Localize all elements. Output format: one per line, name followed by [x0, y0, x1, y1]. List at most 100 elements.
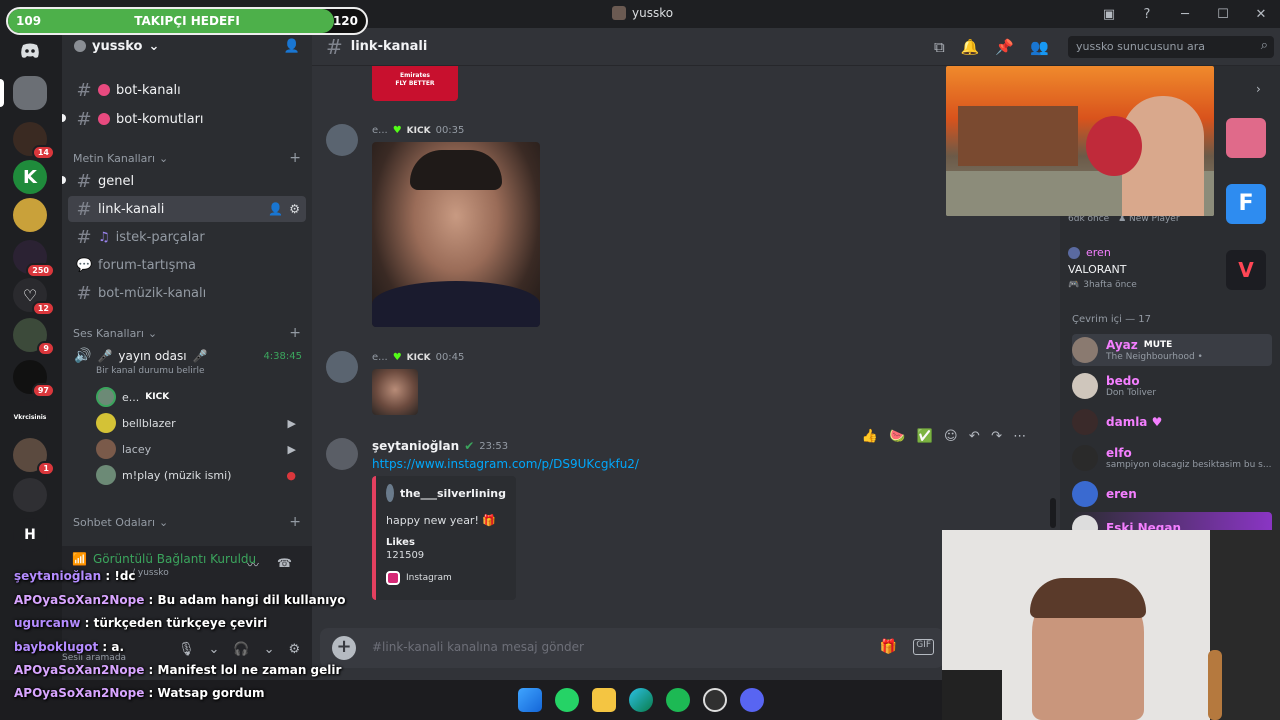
windows-start-icon[interactable] [518, 688, 542, 712]
chevron-down-icon[interactable]: ⌄ [264, 642, 275, 657]
add-channel-icon[interactable]: + [289, 325, 301, 341]
category-text-channels[interactable]: Metin Kanalları ⌄ + [73, 150, 301, 166]
activity-card[interactable]: eren VALORANT 🎮 3hafta önce V [1068, 246, 1274, 290]
members-icon[interactable]: 👥 [1030, 38, 1049, 56]
edge-icon[interactable] [629, 688, 653, 712]
jersey-image[interactable]: Emirates FLY BETTER [372, 66, 458, 101]
avatar[interactable] [326, 351, 358, 383]
server-icon[interactable]: 1 [13, 438, 55, 476]
server-icon-yussko[interactable] [0, 76, 47, 110]
message-meta: şeytanioğlan ✔ 23:53 [372, 439, 508, 453]
username[interactable]: e... [372, 125, 388, 136]
voice-channel-yayin-odasi[interactable]: 🔊 🎤 yayın odası 🎤 4:38:45 Bir kanal duru… [74, 348, 302, 376]
gear-icon[interactable]: ⚙ [289, 642, 301, 657]
thumbs-up-icon[interactable]: 👍 [862, 429, 878, 444]
server-icon[interactable] [13, 198, 47, 232]
gear-icon[interactable]: ⚙ [289, 202, 300, 216]
minimize-button[interactable]: ─ [1166, 7, 1204, 22]
category-voice-channels[interactable]: Ses Kanalları ⌄ + [73, 325, 301, 341]
gif-icon[interactable]: GIF [913, 639, 934, 655]
watermelon-icon[interactable]: 🍉 [889, 429, 905, 444]
file-explorer-icon[interactable] [592, 688, 616, 712]
bell-icon[interactable]: 🔔 [961, 38, 980, 56]
voice-user[interactable]: lacey ▶ [96, 438, 296, 460]
avatar[interactable] [326, 124, 358, 156]
disconnect-icon[interactable]: ☎ [277, 556, 292, 573]
server-icon[interactable]: Vkrcisinis [13, 400, 47, 434]
server-icon[interactable]: 14 [13, 122, 55, 160]
reply-icon[interactable]: ↶ [969, 429, 980, 444]
add-member-icon[interactable]: 👤 [284, 39, 300, 54]
channel-title: link-kanali [350, 39, 428, 54]
spotify-icon[interactable] [666, 688, 690, 712]
stream-icon: ● [286, 468, 296, 482]
search-input[interactable]: yussko sunucusunu ara ⌕ [1068, 36, 1274, 58]
small-face-image[interactable] [372, 369, 418, 415]
server-icon[interactable]: 9 [13, 318, 55, 356]
add-channel-icon[interactable]: + [289, 514, 301, 530]
server-icon[interactable]: 250 [13, 240, 55, 278]
hash-icon: # [326, 34, 343, 59]
channel-istek-parcalar[interactable]: # ♫ istek-parçalar [68, 224, 306, 250]
portrait-image[interactable] [372, 142, 540, 327]
username[interactable]: şeytanioğlan [372, 439, 459, 453]
pin-icon[interactable]: 📌 [995, 38, 1014, 56]
whatsapp-icon[interactable] [555, 688, 579, 712]
maximize-button[interactable]: ☐ [1204, 7, 1242, 22]
chevron-right-icon[interactable]: › [1256, 82, 1261, 96]
discord-home-icon[interactable] [13, 34, 47, 68]
channel-forum-tartisma[interactable]: 💬 forum-tartışma [68, 252, 306, 278]
voice-user[interactable]: m!play (müzik ismi) ● [96, 464, 296, 486]
chevron-down-icon[interactable]: ⌄ [209, 642, 220, 657]
username[interactable]: e... [372, 352, 388, 363]
inbox-icon[interactable]: ▣ [1090, 7, 1128, 22]
obs-icon[interactable] [703, 688, 727, 712]
follower-goal-target: 120 [332, 14, 358, 28]
voice-user[interactable]: bellblazer ▶ [96, 412, 296, 434]
channel-genel[interactable]: # genel [68, 168, 306, 194]
channel-bot-kanali[interactable]: # bot-kanalı [68, 77, 306, 103]
channel-bot-komutlari[interactable]: # bot-komutları [68, 106, 306, 132]
server-icon[interactable]: ♡ 12 [13, 278, 55, 316]
server-icon[interactable] [13, 478, 47, 512]
member-item[interactable]: elfo sampiyon olacagiz besiktasim bu s... [1072, 442, 1272, 474]
noise-suppression-icon[interactable]: 〰 [247, 556, 259, 573]
voice-user[interactable]: e... KICK [96, 386, 296, 408]
message-composer[interactable]: + #link-kanali kanalına mesaj gönder 🎁 G… [320, 628, 944, 668]
controller-icon: 🎮 [1068, 280, 1080, 290]
scrollbar[interactable] [1050, 498, 1056, 528]
more-icon[interactable]: ⋯ [1013, 429, 1026, 444]
forward-icon[interactable]: ↷ [991, 429, 1002, 444]
channel-link-kanali[interactable]: # link-kanali 👤 ⚙ [68, 196, 306, 222]
headphones-icon[interactable]: 🎧 [233, 642, 249, 657]
invite-icon[interactable]: 👤 [268, 202, 283, 216]
server-icon[interactable]: K [13, 160, 47, 194]
discord-taskbar-icon[interactable] [740, 688, 764, 712]
gift-icon[interactable]: 🎁 [880, 639, 897, 655]
member-item[interactable]: damla ♥ [1072, 406, 1272, 438]
avatar[interactable] [326, 438, 358, 470]
server-icon-letter[interactable]: H [13, 518, 47, 552]
check-icon[interactable]: ✅ [917, 429, 933, 444]
threads-icon[interactable]: ⧉ [934, 38, 945, 56]
embed-author[interactable]: the___silverlining [386, 484, 506, 502]
help-icon[interactable]: ? [1128, 7, 1166, 22]
microphone-icon[interactable]: 🎙 [178, 642, 195, 657]
search-icon: ⌕ [1260, 38, 1268, 53]
member-item[interactable]: Ayaz MUTE The Neighbourhood • [1072, 334, 1272, 366]
stream-chat-line: şeytanioğlan : !dc [14, 569, 136, 583]
category-chat-rooms[interactable]: Sohbet Odaları ⌄ + [73, 514, 301, 530]
server-icon[interactable]: 97 [13, 360, 55, 398]
add-channel-icon[interactable]: + [289, 150, 301, 166]
close-button[interactable]: ✕ [1242, 7, 1280, 22]
camera-icon: ▶ [287, 416, 296, 430]
message-meta: e... ♥ KICK 00:35 [372, 125, 464, 136]
voice-channel-status[interactable]: Bir kanal durumu belirle [96, 366, 302, 376]
add-attachment-icon[interactable]: + [332, 636, 356, 660]
member-item[interactable]: bedo Don Toliver [1072, 370, 1272, 402]
webcam-feed [942, 530, 1280, 720]
add-reaction-icon[interactable]: ☺ [944, 429, 958, 444]
member-item[interactable]: eren [1072, 478, 1272, 510]
channel-bot-muzik-kanali[interactable]: # bot-müzik-kanalı [68, 280, 306, 306]
instagram-link[interactable]: https://www.instagram.com/p/DS9UKcgkfu2/ [372, 457, 639, 471]
